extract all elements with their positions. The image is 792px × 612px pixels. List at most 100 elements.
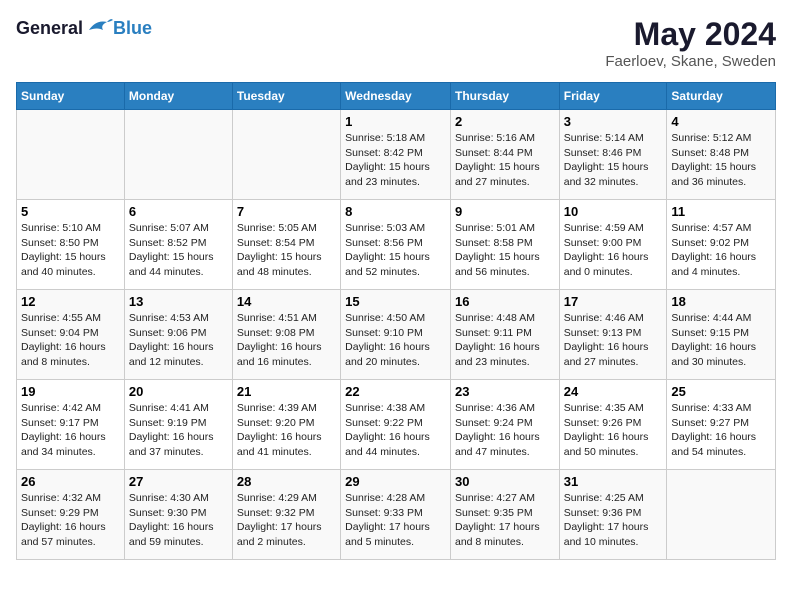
day-info: Sunrise: 5:14 AM Sunset: 8:46 PM Dayligh… — [564, 131, 663, 190]
day-info: Sunrise: 4:30 AM Sunset: 9:30 PM Dayligh… — [129, 491, 228, 550]
day-number: 26 — [21, 474, 120, 489]
day-info: Sunrise: 5:01 AM Sunset: 8:58 PM Dayligh… — [455, 221, 555, 280]
calendar-cell: 16 Sunrise: 4:48 AM Sunset: 9:11 PM Dayli… — [450, 290, 559, 380]
calendar-header-sunday: Sunday — [17, 83, 125, 110]
calendar-cell: 13 Sunrise: 4:53 AM Sunset: 9:06 PM Dayli… — [124, 290, 232, 380]
month-title: May 2024 — [605, 16, 776, 53]
day-number: 29 — [345, 474, 446, 489]
day-info: Sunrise: 4:48 AM Sunset: 9:11 PM Dayligh… — [455, 311, 555, 370]
calendar-table: SundayMondayTuesdayWednesdayThursdayFrid… — [16, 82, 776, 560]
calendar-week-4: 19 Sunrise: 4:42 AM Sunset: 9:17 PM Dayli… — [17, 380, 776, 470]
day-number: 27 — [129, 474, 228, 489]
day-info: Sunrise: 5:03 AM Sunset: 8:56 PM Dayligh… — [345, 221, 446, 280]
calendar-header-tuesday: Tuesday — [232, 83, 340, 110]
day-info: Sunrise: 4:39 AM Sunset: 9:20 PM Dayligh… — [237, 401, 336, 460]
calendar-cell: 24 Sunrise: 4:35 AM Sunset: 9:26 PM Dayli… — [559, 380, 667, 470]
day-number: 19 — [21, 384, 120, 399]
day-info: Sunrise: 4:29 AM Sunset: 9:32 PM Dayligh… — [237, 491, 336, 550]
logo-general: General — [16, 18, 83, 39]
logo: General Blue — [16, 16, 152, 40]
calendar-cell: 8 Sunrise: 5:03 AM Sunset: 8:56 PM Daylig… — [341, 200, 451, 290]
calendar-cell: 20 Sunrise: 4:41 AM Sunset: 9:19 PM Dayli… — [124, 380, 232, 470]
day-info: Sunrise: 4:46 AM Sunset: 9:13 PM Dayligh… — [564, 311, 663, 370]
day-info: Sunrise: 4:55 AM Sunset: 9:04 PM Dayligh… — [21, 311, 120, 370]
calendar-cell — [17, 110, 125, 200]
day-number: 13 — [129, 294, 228, 309]
day-info: Sunrise: 4:35 AM Sunset: 9:26 PM Dayligh… — [564, 401, 663, 460]
day-info: Sunrise: 4:41 AM Sunset: 9:19 PM Dayligh… — [129, 401, 228, 460]
calendar-cell: 1 Sunrise: 5:18 AM Sunset: 8:42 PM Daylig… — [341, 110, 451, 200]
calendar-header-monday: Monday — [124, 83, 232, 110]
day-number: 6 — [129, 204, 228, 219]
calendar-cell: 5 Sunrise: 5:10 AM Sunset: 8:50 PM Daylig… — [17, 200, 125, 290]
day-info: Sunrise: 5:10 AM Sunset: 8:50 PM Dayligh… — [21, 221, 120, 280]
day-number: 18 — [671, 294, 771, 309]
day-number: 9 — [455, 204, 555, 219]
day-number: 1 — [345, 114, 446, 129]
day-number: 11 — [671, 204, 771, 219]
calendar-cell: 9 Sunrise: 5:01 AM Sunset: 8:58 PM Daylig… — [450, 200, 559, 290]
calendar-cell — [124, 110, 232, 200]
day-info: Sunrise: 4:33 AM Sunset: 9:27 PM Dayligh… — [671, 401, 771, 460]
day-number: 5 — [21, 204, 120, 219]
day-number: 8 — [345, 204, 446, 219]
calendar-cell: 31 Sunrise: 4:25 AM Sunset: 9:36 PM Dayli… — [559, 470, 667, 560]
calendar-cell: 12 Sunrise: 4:55 AM Sunset: 9:04 PM Dayli… — [17, 290, 125, 380]
day-info: Sunrise: 5:18 AM Sunset: 8:42 PM Dayligh… — [345, 131, 446, 190]
calendar-cell: 4Sunrise: 5:12 AM Sunset: 8:48 PM Daylig… — [667, 110, 776, 200]
day-number: 28 — [237, 474, 336, 489]
calendar-cell: 26Sunrise: 4:32 AM Sunset: 9:29 PM Dayli… — [17, 470, 125, 560]
day-info: Sunrise: 5:05 AM Sunset: 8:54 PM Dayligh… — [237, 221, 336, 280]
calendar-cell: 27 Sunrise: 4:30 AM Sunset: 9:30 PM Dayli… — [124, 470, 232, 560]
calendar-cell: 6Sunrise: 5:07 AM Sunset: 8:52 PM Daylig… — [124, 200, 232, 290]
day-number: 4 — [671, 114, 771, 129]
calendar-cell — [667, 470, 776, 560]
day-info: Sunrise: 4:57 AM Sunset: 9:02 PM Dayligh… — [671, 221, 771, 280]
calendar-cell: 2 Sunrise: 5:16 AM Sunset: 8:44 PM Daylig… — [450, 110, 559, 200]
day-number: 31 — [564, 474, 663, 489]
day-number: 7 — [237, 204, 336, 219]
calendar-cell: 11 Sunrise: 4:57 AM Sunset: 9:02 PM Dayli… — [667, 200, 776, 290]
logo-text: General Blue — [16, 16, 152, 40]
calendar-header-wednesday: Wednesday — [341, 83, 451, 110]
day-number: 2 — [455, 114, 555, 129]
day-number: 20 — [129, 384, 228, 399]
calendar-header-row: SundayMondayTuesdayWednesdayThursdayFrid… — [17, 83, 776, 110]
day-info: Sunrise: 4:50 AM Sunset: 9:10 PM Dayligh… — [345, 311, 446, 370]
day-number: 30 — [455, 474, 555, 489]
day-number: 24 — [564, 384, 663, 399]
day-info: Sunrise: 4:42 AM Sunset: 9:17 PM Dayligh… — [21, 401, 120, 460]
calendar-cell: 10Sunrise: 4:59 AM Sunset: 9:00 PM Dayli… — [559, 200, 667, 290]
logo-blue: Blue — [113, 18, 152, 39]
calendar-cell: 17 Sunrise: 4:46 AM Sunset: 9:13 PM Dayli… — [559, 290, 667, 380]
day-info: Sunrise: 4:44 AM Sunset: 9:15 PM Dayligh… — [671, 311, 771, 370]
calendar-week-1: 1 Sunrise: 5:18 AM Sunset: 8:42 PM Daylig… — [17, 110, 776, 200]
day-number: 21 — [237, 384, 336, 399]
day-info: Sunrise: 4:28 AM Sunset: 9:33 PM Dayligh… — [345, 491, 446, 550]
day-number: 3 — [564, 114, 663, 129]
page-header: General Blue May 2024 Faerloev, Skane, S… — [16, 16, 776, 70]
calendar-week-3: 12 Sunrise: 4:55 AM Sunset: 9:04 PM Dayli… — [17, 290, 776, 380]
day-info: Sunrise: 4:36 AM Sunset: 9:24 PM Dayligh… — [455, 401, 555, 460]
location: Faerloev, Skane, Sweden — [605, 53, 776, 70]
calendar-cell: 14Sunrise: 4:51 AM Sunset: 9:08 PM Dayli… — [232, 290, 340, 380]
calendar-cell: 3 Sunrise: 5:14 AM Sunset: 8:46 PM Daylig… — [559, 110, 667, 200]
day-number: 12 — [21, 294, 120, 309]
day-number: 16 — [455, 294, 555, 309]
calendar-cell — [232, 110, 340, 200]
day-info: Sunrise: 4:27 AM Sunset: 9:35 PM Dayligh… — [455, 491, 555, 550]
day-info: Sunrise: 4:38 AM Sunset: 9:22 PM Dayligh… — [345, 401, 446, 460]
day-number: 22 — [345, 384, 446, 399]
day-info: Sunrise: 5:16 AM Sunset: 8:44 PM Dayligh… — [455, 131, 555, 190]
day-info: Sunrise: 4:53 AM Sunset: 9:06 PM Dayligh… — [129, 311, 228, 370]
day-info: Sunrise: 4:59 AM Sunset: 9:00 PM Dayligh… — [564, 221, 663, 280]
day-info: Sunrise: 4:51 AM Sunset: 9:08 PM Dayligh… — [237, 311, 336, 370]
calendar-cell: 29 Sunrise: 4:28 AM Sunset: 9:33 PM Dayli… — [341, 470, 451, 560]
calendar-cell: 18 Sunrise: 4:44 AM Sunset: 9:15 PM Dayli… — [667, 290, 776, 380]
day-number: 17 — [564, 294, 663, 309]
calendar-cell: 22 Sunrise: 4:38 AM Sunset: 9:22 PM Dayli… — [341, 380, 451, 470]
calendar-cell: 25 Sunrise: 4:33 AM Sunset: 9:27 PM Dayli… — [667, 380, 776, 470]
day-info: Sunrise: 4:25 AM Sunset: 9:36 PM Dayligh… — [564, 491, 663, 550]
day-number: 25 — [671, 384, 771, 399]
calendar-header-friday: Friday — [559, 83, 667, 110]
